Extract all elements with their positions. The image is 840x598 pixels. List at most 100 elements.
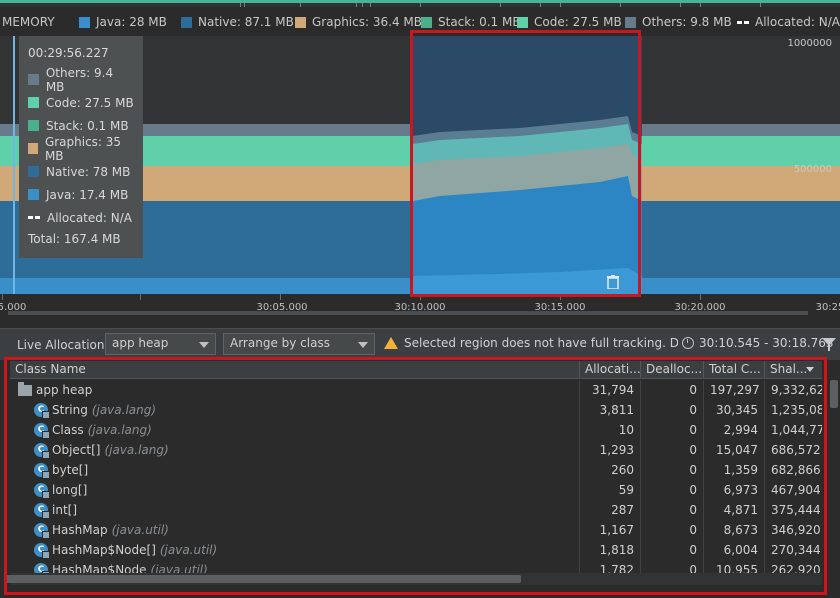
code-swatch (28, 97, 39, 108)
java-swatch (79, 16, 90, 28)
tracking-warning: Selected region does not have full track… (384, 336, 678, 350)
native-swatch (28, 166, 39, 177)
table-row[interactable]: Clong[] 59 0 6,973 467,904 (10, 480, 822, 500)
tooltip-label: Allocated: N/A (47, 210, 132, 225)
shallow-cell: 270,344 (771, 543, 821, 557)
class-icon: C (34, 403, 50, 419)
column-deallocations[interactable]: Dealloc... (641, 361, 704, 378)
graphics-swatch (28, 143, 38, 154)
alloc-cell: 31,794 (580, 380, 641, 400)
table-body: app heap 31,794 0 197,297 9,332,624 CStr… (10, 380, 822, 574)
allocated-swatch (737, 20, 749, 24)
class-name-cell: C HashMap (java.util) (10, 520, 580, 540)
table-vertical-scrollbar[interactable] (830, 380, 838, 408)
dealloc-cell: 0 (641, 520, 704, 540)
package-name: (java.lang) (91, 403, 157, 417)
legend-others-text: Others: 9.8 MB (642, 15, 732, 29)
package-name: (java.util) (159, 543, 218, 557)
shallow-cell: 262,920 (771, 563, 821, 574)
column-shallow-size[interactable]: Shal... (765, 361, 822, 378)
tooltip-row-code: Code: 27.5 MB (28, 91, 134, 114)
stack-swatch (421, 16, 432, 28)
alloc-cell: 10 (580, 420, 641, 440)
total-cell: 30,345 (704, 400, 765, 420)
class-name: long[] (52, 483, 88, 497)
class-name-cell: C String (java.lang) (10, 400, 580, 420)
alloc-cell: 260 (580, 460, 641, 480)
table-row[interactable]: C HashMap$Node[] (java.util) 1,818 0 6,004 270… (10, 540, 822, 560)
trash-icon[interactable] (607, 275, 619, 289)
time-axis[interactable]: 5.000 30:05.000 30:10.000 30:15.000 30:2… (0, 294, 840, 320)
tooltip-label: Java: 17.4 MB (46, 187, 129, 202)
column-total-count[interactable]: Total C... (704, 361, 765, 378)
legend-code: Code: 27.5 MB (517, 15, 622, 29)
alloc-cell: 1,293 (580, 440, 641, 460)
package-name: (java.lang) (87, 423, 152, 437)
shallow-cell: 9,332,624 (771, 383, 822, 397)
table-row-root[interactable]: app heap 31,794 0 197,297 9,332,624 (10, 380, 822, 400)
column-class-name[interactable]: Class Name (10, 361, 580, 378)
legend-allocated: Allocated: N/A (737, 15, 840, 29)
table-row[interactable]: CClass(java.lang)1002,9941,044,772 (10, 420, 822, 440)
shallow-cell: 1,044,772 (771, 423, 822, 437)
tooltip-row-others: Others: 9.4 MB (28, 66, 134, 94)
dealloc-cell: 0 (641, 420, 704, 440)
shallow-cell: 467,904 (771, 483, 821, 497)
clock-icon (682, 337, 694, 349)
legend-stack-text: Stack: 0.1 MB (438, 15, 521, 29)
time-tick-label: 30:25 (815, 302, 840, 313)
class-name-cell: Cbyte[] (10, 460, 580, 480)
shallow-cell: 1,235,080 (771, 403, 822, 417)
legend-native: Native: 87.1 MB (181, 15, 294, 29)
package-name: (java.lang) (104, 443, 169, 457)
class-name-cell: Cint[] (10, 500, 580, 520)
legend-allocated-text: Allocated: N/A (755, 15, 840, 29)
table-row[interactable]: Cint[] 287 0 4,871 375,444 (10, 500, 822, 520)
tooltip-label: Graphics: 35 MB (44, 134, 122, 163)
others-swatch (28, 74, 39, 85)
table-row[interactable]: C Object[] (java.lang) 1,293 0 15,047 686,572 (10, 440, 822, 460)
tooltip-row-graphics: Graphics: 35 MB (28, 134, 134, 163)
class-name-cell: app heap (10, 380, 580, 400)
dealloc-cell: 0 (641, 480, 704, 500)
table-row[interactable]: CString(java.lang)3,811030,3451,235,080 (10, 400, 822, 420)
alloc-cell: 1,818 (580, 540, 641, 560)
table-horizontal-scrollbar[interactable] (5, 575, 521, 583)
arrange-select[interactable]: Arrange by class (223, 333, 375, 355)
allocation-toolbar: Live Allocation app heap Arrange by clas… (0, 328, 840, 360)
time-axis-scrollbar[interactable] (8, 311, 808, 315)
class-name-cell: C HashMap$Node[] (java.util) (10, 540, 580, 560)
legend-others: Others: 9.8 MB (625, 15, 732, 29)
legend-stack: Stack: 0.1 MB (421, 15, 521, 29)
class-name: Object[] (52, 443, 101, 457)
tooltip-label: Code: 27.5 MB (46, 95, 134, 110)
class-icon: C (34, 483, 50, 499)
class-icon: C (34, 523, 50, 539)
filter-icon[interactable] (822, 338, 836, 351)
class-icon: C (34, 543, 50, 559)
tooltip-label: Stack: 0.1 MB (46, 118, 129, 133)
package-name: (java.util) (150, 563, 208, 574)
selection-range: 30:10.545 - 30:18.763 (682, 336, 834, 350)
heap-select[interactable]: app heap (105, 333, 216, 355)
total-cell: 10,955 (704, 560, 765, 574)
event-timeline-strip[interactable] (0, 0, 840, 7)
code-swatch (517, 16, 528, 28)
package-name: (java.util) (111, 523, 169, 537)
table-row[interactable]: C HashMap$Node (java.util) 1,782 0 10,955 262,… (10, 560, 822, 574)
chevron-down-icon (358, 342, 368, 348)
class-name: app heap (36, 383, 93, 397)
table-row[interactable]: Cbyte[] 260 0 1,359 682,866 (10, 460, 822, 480)
allocated-swatch (28, 216, 40, 219)
column-allocations[interactable]: Allocati... (580, 361, 641, 378)
chart-tooltip: 00:29:56.227 Others: 9.4 MB Code: 27.5 M… (19, 36, 143, 258)
total-cell: 4,871 (704, 500, 765, 520)
shallow-cell: 682,866 (771, 463, 821, 477)
class-icon: C (34, 503, 50, 519)
table-row[interactable]: C HashMap (java.util) 1,167 0 8,673 346,920 (10, 520, 822, 540)
total-cell: 6,004 (704, 540, 765, 560)
scale-mid-label: 500000 (793, 164, 832, 175)
legend-java-text: Java: 28 MB (96, 15, 167, 29)
shallow-cell: 375,444 (771, 503, 821, 517)
dealloc-cell: 0 (641, 460, 704, 480)
